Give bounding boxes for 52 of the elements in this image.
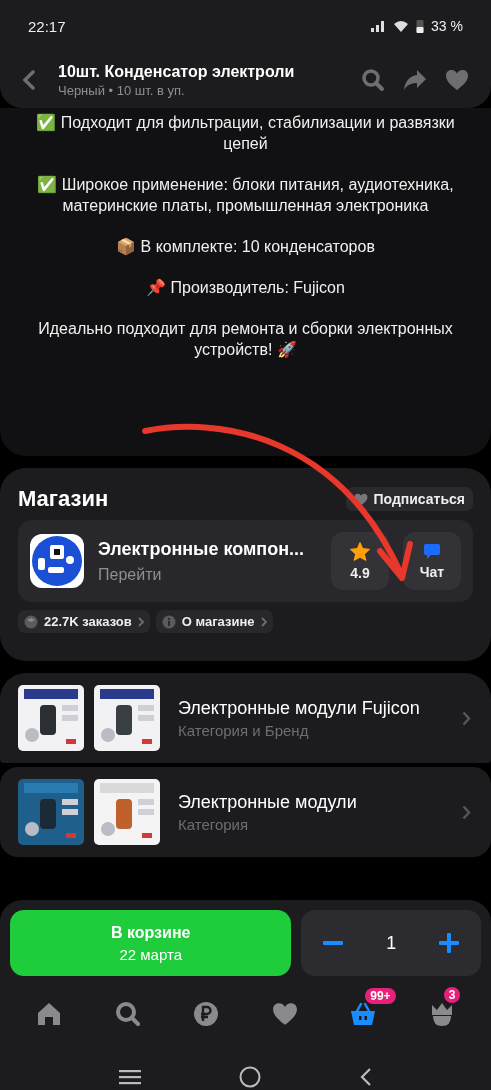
wifi-icon xyxy=(393,20,410,32)
battery-percent: 33 % xyxy=(431,18,463,34)
chat-button[interactable]: Чат xyxy=(403,532,461,590)
chevron-icon xyxy=(462,804,471,820)
home-icon[interactable] xyxy=(36,1002,63,1026)
back-icon[interactable] xyxy=(359,1067,372,1087)
basket-icon[interactable] xyxy=(349,1002,378,1026)
store-name: Электронные компон... xyxy=(98,538,306,560)
description-paragraph: 📦 В комплекте: 10 конденсаторов xyxy=(115,237,376,257)
description-paragraph: 📌 Производитель: Fujicon xyxy=(145,278,346,298)
plus-icon[interactable] xyxy=(439,933,460,953)
heart-icon xyxy=(354,492,369,506)
quantity-stepper[interactable]: 1 xyxy=(301,910,481,976)
info-icon xyxy=(161,614,176,629)
quantity-value: 1 xyxy=(386,932,397,954)
category-subtitle: Категория xyxy=(178,816,250,833)
signal-icon xyxy=(370,20,387,32)
section-title: Магазин xyxy=(18,486,109,512)
count-badge: 99+ xyxy=(365,988,396,1004)
store-chip[interactable]: 22.7K заказов xyxy=(18,610,150,633)
share-icon[interactable] xyxy=(403,69,427,91)
product-subtitle: Черный • 10 шт. в уп. xyxy=(58,82,186,98)
category-row[interactable]: Электронные модули Категория xyxy=(0,767,491,857)
store-link[interactable]: Перейти xyxy=(98,565,317,584)
description-paragraph: ✅ Широкое применение: блоки питания, аудиотехника, материнские платы, промышленная электроника xyxy=(36,174,455,216)
category-title: Электронные модули Fujicon xyxy=(178,697,421,720)
store-card[interactable]: Электронные компон... Перейти 4.9 Чат xyxy=(18,520,473,602)
heart-icon[interactable] xyxy=(445,69,469,91)
search-icon[interactable] xyxy=(114,1001,141,1027)
chevron-icon xyxy=(462,710,471,726)
chevron-icon xyxy=(260,616,267,627)
chevron-icon xyxy=(137,616,144,627)
search-icon[interactable] xyxy=(361,68,385,92)
category-title: Электронные модули xyxy=(178,791,358,814)
description-paragraph: Идеально подходит для ремонта и сборки электронных устройств! 🚀 xyxy=(37,319,454,360)
rating-button[interactable]: 4.9 xyxy=(331,532,389,590)
store-logo-icon xyxy=(30,534,84,588)
star-icon xyxy=(350,541,370,561)
product-title: 10шт. Конденсатор электроли xyxy=(58,62,296,81)
category-subtitle: Категория и Бренд xyxy=(178,722,310,739)
battery-icon xyxy=(416,19,425,33)
description-paragraph: ✅ Подходит для фильтрации, стабилизации и развязки цепей xyxy=(35,112,456,154)
status-time: 22:17 xyxy=(28,17,66,35)
count-badge: 3 xyxy=(443,987,461,1003)
ruble-icon[interactable] xyxy=(193,1001,220,1027)
subscribe-button[interactable]: Подписаться xyxy=(346,487,473,511)
menu-icon[interactable] xyxy=(119,1069,142,1085)
home-button-icon[interactable] xyxy=(239,1066,262,1088)
chat-icon xyxy=(423,542,441,560)
store-chip[interactable]: О магазине xyxy=(155,610,273,633)
category-row[interactable]: Электронные модули Fujicon Категория и Бренд xyxy=(0,673,491,763)
heart-icon[interactable] xyxy=(271,1002,298,1026)
